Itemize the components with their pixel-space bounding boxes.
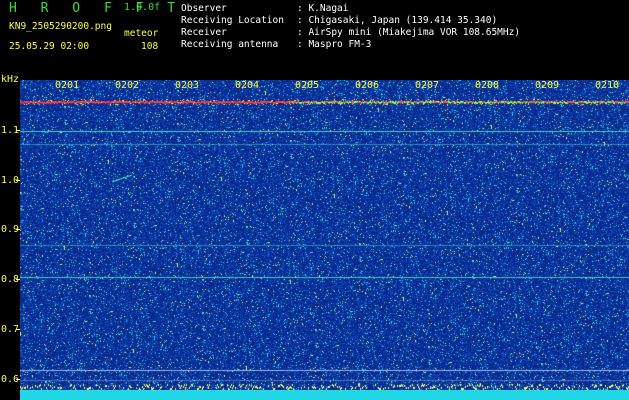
info-value-observer: : K.Nagai [297,3,349,14]
time-label: 0209 [535,80,560,91]
time-label: 0202 [115,80,140,91]
info-value-receiver: : AirSpy mini (Miakejima VOR 108.65MHz) [297,27,521,38]
time-axis: 0201 0202 0203 0204 0205 0206 0207 0208 … [0,78,629,92]
time-label: 0204 [235,80,260,91]
time-label: 0203 [175,80,200,91]
info-label-antenna: Receiving antenna [181,39,279,50]
spectrogram-canvas [20,80,629,390]
time-label: 0205 [295,80,320,91]
header-panel: H R O F F T 1.0.0f KN9_2505290200.png me… [0,0,629,78]
count-label: 108 [141,41,159,52]
info-value-antenna: : Maspro FM-3 [297,39,372,50]
mode-label: meteor [124,28,159,39]
time-label: 0210 [595,80,620,91]
filename-label: KN9_2505290200.png [9,21,112,32]
time-label: 0201 [55,80,80,91]
info-label-observer: Observer [181,3,227,14]
waterfall-spectrogram[interactable] [20,80,629,390]
info-label-location: Receiving Location [181,15,284,26]
frequency-axis: kHz 1.1 1.0 0.9 0.8 0.7 0.6 [0,74,20,400]
time-label: 0208 [475,80,500,91]
time-label: 0207 [415,80,440,91]
info-label-receiver: Receiver [181,27,227,38]
noise-floor-band [20,390,629,400]
version-label: 1.0.0f [124,2,161,13]
datetime-label: 25.05.29 02:00 [9,41,90,52]
info-value-location: : Chigasaki, Japan (139.414 35.340) [297,15,498,26]
time-label: 0206 [355,80,380,91]
